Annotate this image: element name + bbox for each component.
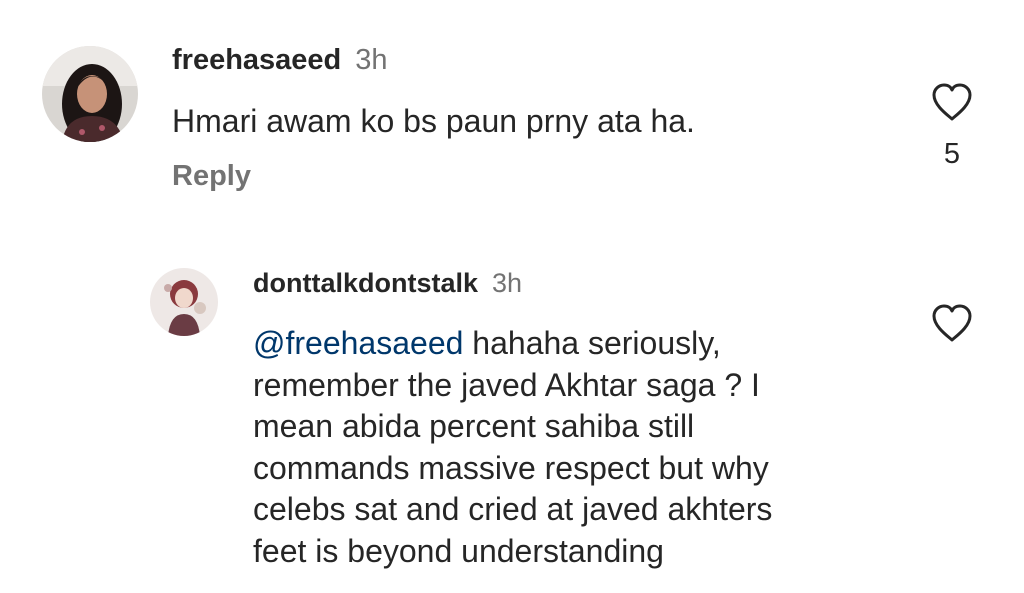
comment-line: @freehasaeed hahaha seriously, (253, 323, 772, 365)
comment-username[interactable]: donttalkdontstalk 3h (253, 268, 522, 299)
reply-button[interactable]: Reply (172, 160, 251, 193)
comment-line-text: hahaha seriously, (463, 325, 721, 361)
like-button[interactable] (930, 82, 974, 122)
comment-line: feet is beyond understanding (253, 532, 664, 569)
comment-timestamp: 3h (492, 268, 523, 298)
comment-item: freehasaeed 3h Hmari awam ko bs paun prny… (0, 0, 1024, 220)
like-count: 5 (943, 138, 961, 170)
heart-outline-icon (932, 83, 972, 121)
comment-text: Hmari awam ko bs paun prny ata ha. (172, 103, 695, 139)
heart-outline-icon (932, 304, 972, 342)
comment-line: mean abida percent sahiba still (253, 408, 695, 444)
comment-line: commands massive respect but why (253, 449, 769, 486)
like-button[interactable] (930, 303, 974, 343)
comment-text: @freehasaeed hahaha seriously, remember … (253, 323, 772, 572)
reply-comment-item: donttalkdontstalk 3h @freehasaeed hahaha … (0, 230, 1024, 593)
username-text[interactable]: donttalkdontstalk (253, 268, 478, 298)
comment-timestamp: 3h (355, 44, 388, 76)
comment-line: celebs sat and cried at javed akhters (253, 491, 773, 527)
avatar[interactable] (150, 268, 218, 336)
username-text[interactable]: freehasaeed (172, 44, 341, 76)
avatar[interactable] (42, 46, 138, 142)
comment-line: remember the javed Akhtar saga ? I (253, 366, 760, 403)
mention-link[interactable]: @freehasaeed (253, 325, 463, 361)
comment-username[interactable]: freehasaeed 3h (172, 44, 388, 77)
